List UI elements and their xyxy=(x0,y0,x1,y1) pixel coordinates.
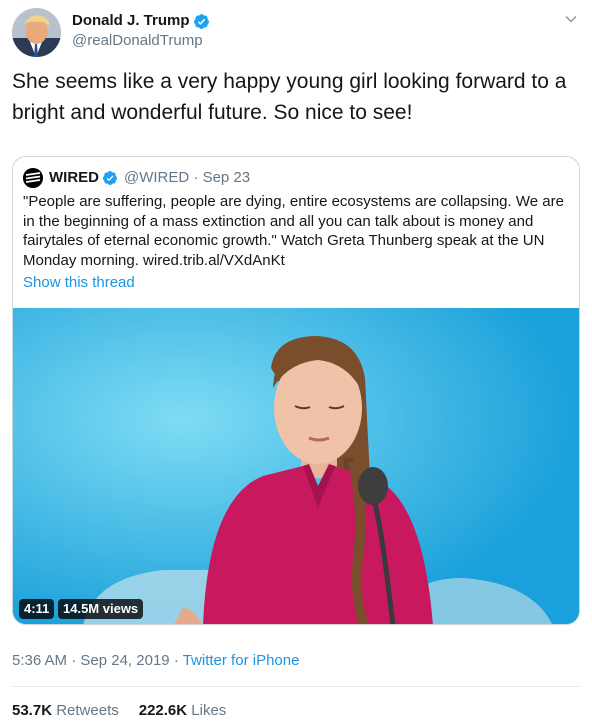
meta-separator: · xyxy=(189,169,203,186)
verified-badge-icon xyxy=(193,13,209,29)
likes-label: Likes xyxy=(191,702,227,719)
meta-separator: · xyxy=(71,652,81,669)
chevron-down-icon[interactable] xyxy=(564,12,578,26)
quoted-author-name[interactable]: WIRED xyxy=(49,168,99,188)
tweet-header: Donald J. Trump @realDonaldTrump xyxy=(12,8,580,60)
author-name-text[interactable]: Donald J. Trump xyxy=(72,11,190,31)
likes-stat[interactable]: 222.6K Likes xyxy=(139,701,227,721)
wired-logo-icon[interactable] xyxy=(23,168,43,188)
verified-badge-icon xyxy=(102,171,117,185)
meta-separator: · xyxy=(173,652,183,669)
tweet-time[interactable]: 5:36 AM xyxy=(12,652,67,669)
tweet-timestamp: 5:36 AM · Sep 24, 2019 · Twitter for iPh… xyxy=(12,651,299,671)
retweets-stat[interactable]: 53.7K Retweets xyxy=(12,701,119,721)
show-thread-link[interactable]: Show this thread xyxy=(23,273,135,293)
quoted-tweet-header: WIRED @WIRED · Sep 23 xyxy=(23,168,250,188)
tweet-text: She seems like a very happy young girl l… xyxy=(12,70,567,124)
quoted-tweet-date[interactable]: Sep 23 xyxy=(203,168,251,188)
video-views: 14.5M views xyxy=(58,599,144,619)
quoted-author-handle[interactable]: @WIRED xyxy=(124,168,189,188)
tweet-source-link[interactable]: Twitter for iPhone xyxy=(183,652,300,669)
quoted-tweet[interactable]: WIRED @WIRED · Sep 23 "People are suffer… xyxy=(12,156,580,625)
retweets-count: 53.7K xyxy=(12,702,53,719)
author-handle[interactable]: @realDonaldTrump xyxy=(72,31,210,51)
quoted-tweet-text: "People are suffering, people are dying,… xyxy=(23,193,564,269)
video-frame xyxy=(13,308,579,624)
likes-count: 222.6K xyxy=(138,702,188,719)
video-duration: 4:11 xyxy=(19,599,55,619)
video-player[interactable]: 4:11 14.5M views xyxy=(13,308,579,624)
tweet-date[interactable]: Sep 24, 2019 xyxy=(80,652,169,669)
author-avatar[interactable] xyxy=(12,8,61,57)
tweet-stats: 53.7K Retweets 222.6K Likes xyxy=(12,701,246,721)
divider xyxy=(12,686,580,687)
retweets-label: Retweets xyxy=(56,702,119,719)
author-name[interactable]: Donald J. Trump xyxy=(72,11,210,31)
